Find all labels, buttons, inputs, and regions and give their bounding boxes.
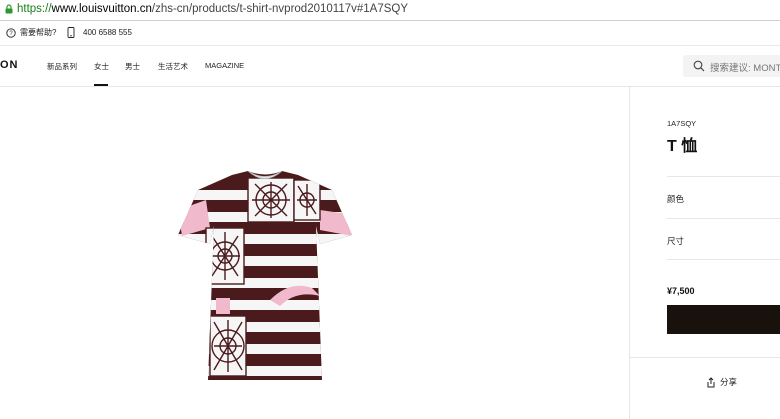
- phone-link[interactable]: 400 6588 555: [67, 27, 132, 38]
- product-title: T 恤: [667, 138, 698, 155]
- nav-item-men[interactable]: 男士: [125, 61, 140, 72]
- nav-item-living[interactable]: 生活艺术: [158, 61, 188, 72]
- nav-item-magazine[interactable]: MAGAZINE: [205, 61, 244, 70]
- url-text[interactable]: https://www.louisvuitton.cn/zhs-cn/produ…: [17, 3, 408, 15]
- nav-item-new[interactable]: 新品系列: [47, 61, 77, 72]
- utility-bar: ? 需要帮助? 400 6588 555: [0, 21, 780, 46]
- phone-icon: [67, 27, 75, 38]
- divider: [630, 357, 780, 358]
- svg-text:?: ?: [9, 31, 13, 37]
- divider: [667, 218, 780, 219]
- search-placeholder: 搜索建议: MONT: [710, 63, 780, 74]
- phone-number: 400 6588 555: [83, 28, 132, 37]
- url-path: /zhs-cn/products/t-shirt-nvprod2010117v#…: [151, 3, 409, 15]
- lock-icon: [5, 4, 13, 14]
- browser-address-bar[interactable]: https://www.louisvuitton.cn/zhs-cn/produ…: [0, 0, 780, 21]
- size-selector[interactable]: 尺寸: [667, 235, 684, 247]
- divider: [667, 176, 780, 177]
- product-price: ¥7,500: [667, 286, 695, 296]
- help-label: 需要帮助?: [20, 28, 57, 37]
- divider: [667, 259, 780, 260]
- active-nav-indicator: [94, 84, 108, 86]
- help-icon: ?: [6, 27, 16, 38]
- brand-logo[interactable]: ON: [0, 59, 19, 71]
- product-sku: 1A7SQY: [667, 119, 697, 128]
- search-icon: [693, 60, 705, 72]
- main-navigation: ON 新品系列 女士 男士 生活艺术 MAGAZINE 搜索建议: MONT: [0, 46, 780, 87]
- search-input[interactable]: 搜索建议: MONT: [683, 55, 780, 77]
- nav-item-women[interactable]: 女士: [94, 61, 109, 72]
- add-to-cart-button[interactable]: [667, 305, 780, 334]
- panel-divider: [629, 87, 630, 419]
- product-image-area: [0, 87, 629, 419]
- share-label: 分享: [720, 377, 738, 387]
- share-button[interactable]: 分享: [706, 376, 737, 388]
- help-link[interactable]: ? 需要帮助?: [6, 27, 56, 38]
- url-host: www.louisvuitton.cn: [51, 3, 152, 15]
- tshirt-product-image[interactable]: [170, 170, 360, 385]
- color-selector[interactable]: 颜色: [667, 193, 684, 205]
- share-icon: [707, 376, 715, 387]
- url-scheme: https://: [17, 3, 52, 15]
